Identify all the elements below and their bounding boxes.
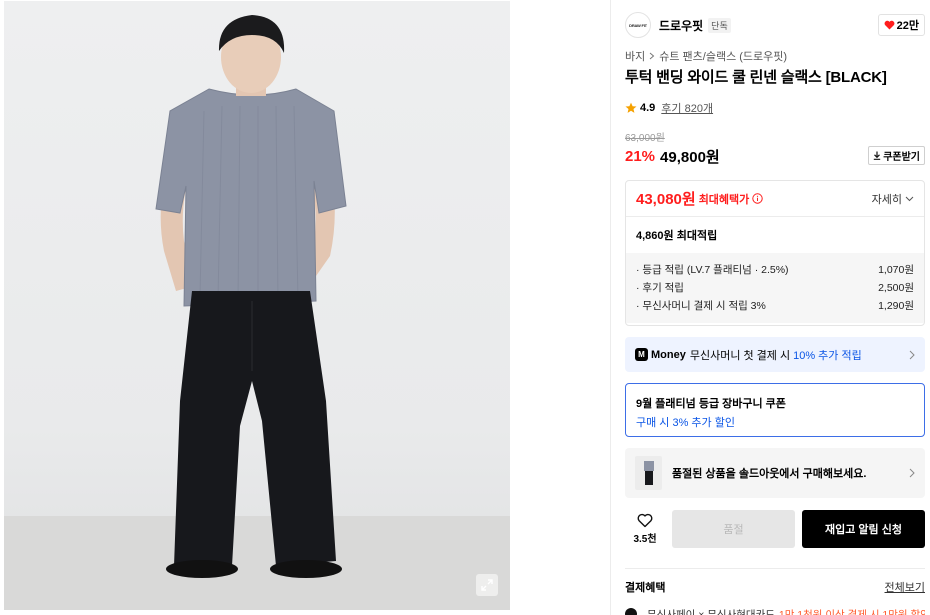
expand-arrows-icon [481,579,493,591]
coupon-download-label: 쿠폰받기 [883,152,920,163]
brand-like-button[interactable]: 22만 [877,14,925,36]
detail-toggle-label: 자세히 [871,193,902,206]
grade-coupon-box[interactable]: 9월 플래티넘 등급 장바구니 쿠폰 구매 시 3% 추가 할인 [625,383,925,437]
breadcrumb-subcategory[interactable]: 슈트 팬츠/슬랙스 (드로우핏) [659,48,787,64]
brand-row: DRAW FIT 드로우핏 단독 22만 [625,11,925,39]
review-count-link[interactable]: 후기 820개 [661,100,713,116]
brand-logo[interactable]: DRAW FIT [625,12,651,38]
rating-score: 4.9 [640,102,656,114]
brand-like-count: 22만 [896,20,919,32]
money-logo-icon: M [635,348,648,361]
grade-coupon-subtitle: 구매 시 3% 추가 할인 [636,417,735,429]
product-like-button[interactable]: 3.5천 [625,513,665,545]
see-all-link[interactable]: 전체보기 [885,579,925,595]
product-image[interactable] [4,1,510,610]
points-row: · 무신사머니 결제 시 적립 3% 1,290원 [636,297,914,315]
max-benefit-header: 43,080원 최대혜택가 자세히 [626,181,924,217]
grade-coupon-title: 9월 플래티넘 등급 장바구니 쿠폰 [636,398,786,410]
expand-image-button[interactable] [476,574,498,596]
product-info-panel: DRAW FIT 드로우핏 단독 22만 바지 슈트 팬츠/슬랙스 (드로우핏)… [610,0,930,615]
section-divider [625,568,925,569]
points-value: 1,290원 [878,300,914,312]
chevron-right-icon [649,52,655,60]
price-row: 21% 49,800원 쿠폰받기 [625,146,925,166]
money-brand: Money [651,348,686,361]
product-title: 투턱 밴딩 와이드 쿨 린넨 슬랙스 [BLACK] [625,69,887,86]
payment-benefit-header: 결제혜택 전체보기 [625,580,925,594]
discount-rate: 21% [625,147,656,165]
max-benefit-price: 43,080원 [636,191,696,208]
breadcrumb-category[interactable]: 바지 [625,48,645,64]
points-row: · 후기 적립 2,500원 [636,279,914,297]
soldout-text: 품절된 상품을 솔드아웃에서 구매해보세요. [672,468,867,480]
soldout-banner[interactable]: 품절된 상품을 솔드아웃에서 구매해보세요. [625,448,925,498]
money-text: 무신사머니 첫 결제 시 [689,349,791,362]
payment-benefit-title: 결제혜택 [625,582,666,594]
chevron-right-icon [909,468,915,478]
max-benefit-label: 최대혜택가 [698,193,750,206]
payment-benefit-item: 무신사페이 × 무신사현대카드 1만 1천원 이상 결제 시 1만원 할인 [625,605,925,615]
chevron-right-icon [909,350,915,359]
benefit-detail-toggle[interactable]: 자세히 [872,191,914,207]
card-logo-icon [625,608,637,615]
payment-line-text: 무신사페이 × 무신사현대카드 [647,608,775,615]
info-icon[interactable] [752,193,763,204]
points-label: · 무신사머니 결제 시 적립 3% [636,300,766,312]
soldout-thumbnail [635,456,662,490]
chevron-down-icon [905,196,914,201]
restock-alert-button[interactable]: 재입고 알림 신청 [802,510,925,548]
purchase-actions: 3.5천 품절 재입고 알림 신청 [625,510,925,548]
points-label: · 등급 적립 (LV.7 플래티넘 · 2.5%) [636,264,789,276]
breadcrumb: 바지 슈트 팬츠/슬랙스 (드로우핏) [625,48,925,64]
coupon-download-button[interactable]: 쿠폰받기 [868,146,925,165]
heart-outline-icon [637,513,653,528]
download-icon [873,151,881,160]
money-highlight: 10% 추가 적립 [793,349,862,362]
original-price: 63,000원 [625,133,665,144]
points-list: · 등급 적립 (LV.7 플래티넘 · 2.5%) 1,070원 · 후기 적… [626,253,924,323]
points-value: 2,500원 [878,282,914,294]
sale-price: 49,800원 [660,148,720,166]
heart-icon [884,20,895,30]
soldout-button: 품절 [672,510,795,548]
points-value: 1,070원 [878,264,914,276]
model-illustration [155,15,347,578]
points-row: · 등급 적립 (LV.7 플래티넘 · 2.5%) 1,070원 [636,261,914,279]
exclusive-badge: 단독 [708,17,731,33]
points-label: · 후기 적립 [636,282,684,294]
points-total: 4,860원 최대적립 [636,230,718,242]
musinsa-money-banner[interactable]: M Money 무신사머니 첫 결제 시 10% 추가 적립 [625,337,925,372]
brand-name[interactable]: 드로우핏 [659,17,703,34]
star-icon [625,102,637,113]
rating-row: 4.9 후기 820개 [625,100,925,116]
product-like-count: 3.5천 [633,534,657,545]
max-benefit-box: 43,080원 최대혜택가 자세히 4,860원 최대적립 · 등급 적립 (L… [625,180,925,326]
payment-line-accent: 1만 1천원 이상 결제 시 1만원 할인 [778,608,925,615]
